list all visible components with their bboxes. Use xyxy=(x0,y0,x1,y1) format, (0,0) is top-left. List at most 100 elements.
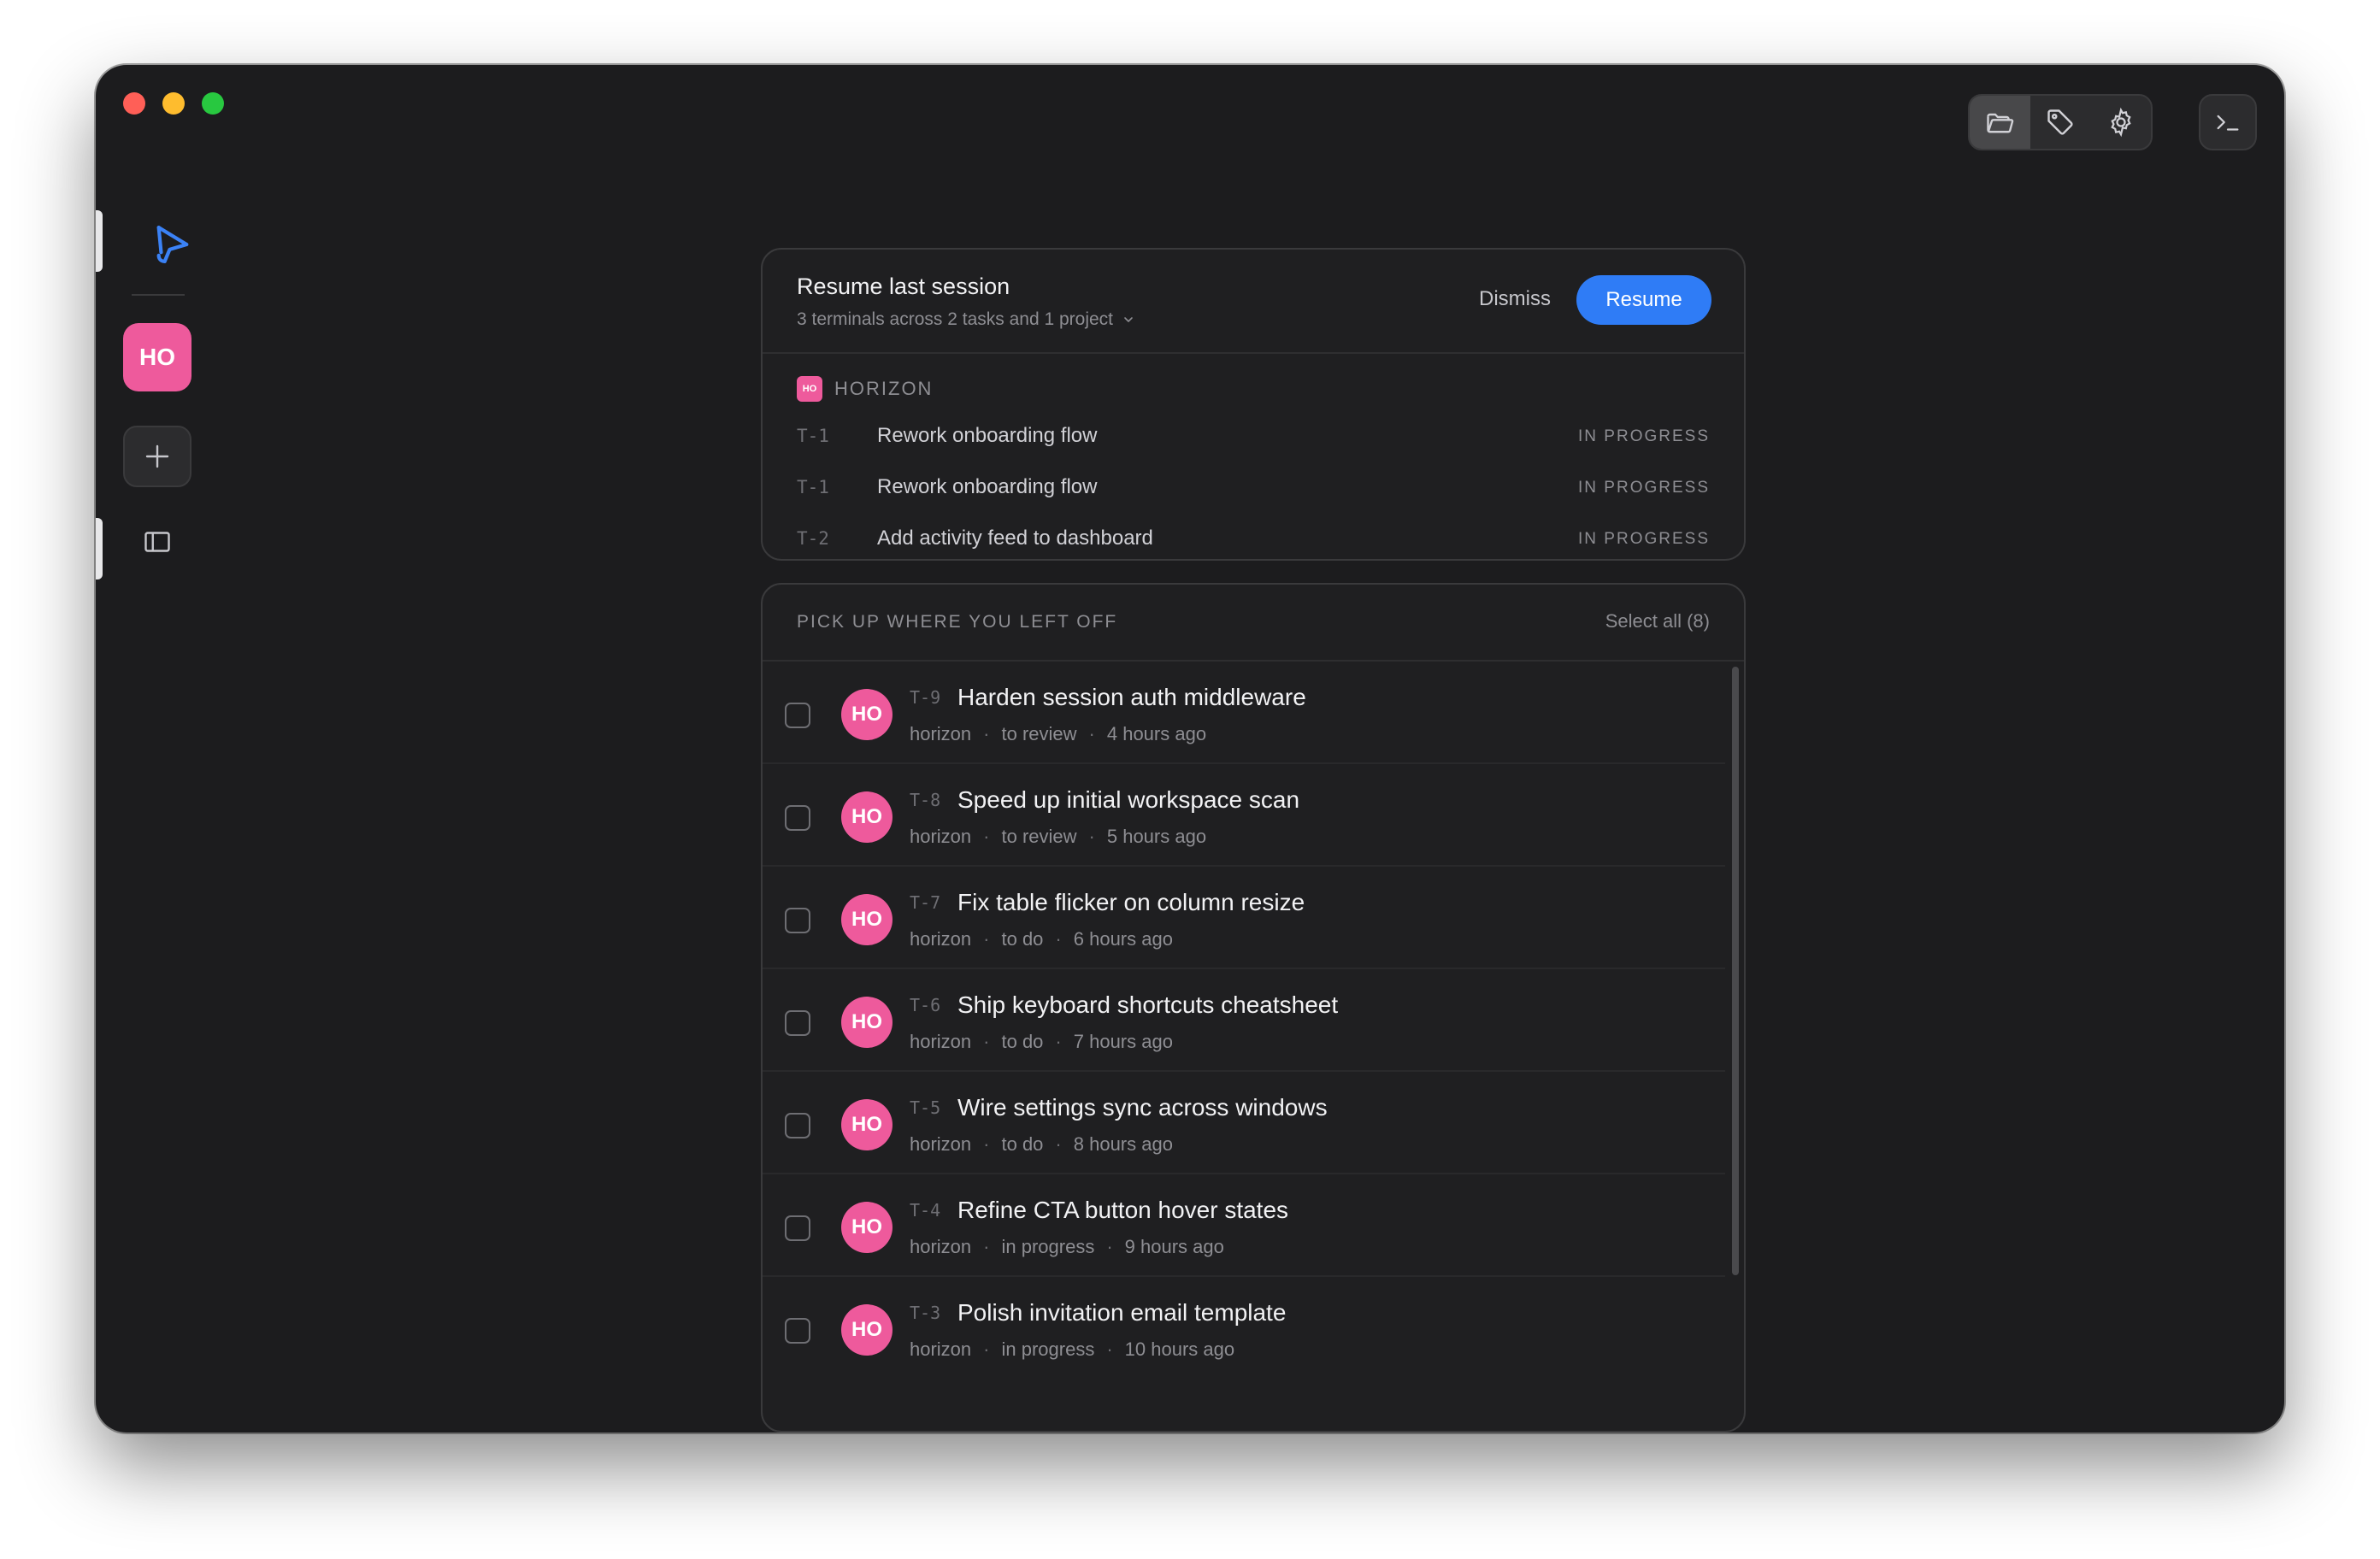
task-meta: horizon · in progress · 9 hours ago xyxy=(910,1236,1224,1258)
task-id: T-5 xyxy=(910,1097,941,1118)
terminal-task-title: Add activity feed to dashboard xyxy=(877,527,1153,550)
task-time: 9 hours ago xyxy=(1124,1236,1224,1257)
task-id: T-7 xyxy=(910,892,941,913)
task-id: T-8 xyxy=(910,790,941,810)
task-project: horizon xyxy=(910,1133,972,1155)
task-state: to review xyxy=(1001,723,1077,744)
task-time: 8 hours ago xyxy=(1073,1133,1173,1155)
separator: · xyxy=(1088,826,1095,847)
task-id: T-9 xyxy=(910,687,941,708)
task-row[interactable]: HO T-9 Harden session auth middleware ho… xyxy=(763,663,1725,764)
plus-icon xyxy=(145,444,169,468)
terminal-row[interactable]: T-1 Rework onboarding flow IN PROGRESS xyxy=(763,463,1744,515)
terminal-task-title: Rework onboarding flow xyxy=(877,475,1098,498)
pickup-heading: PICK UP WHERE YOU LEFT OFF xyxy=(797,612,1118,632)
task-row[interactable]: HO T-7 Fix table flicker on column resiz… xyxy=(763,868,1725,969)
terminal-task-id: T-2 xyxy=(797,528,829,549)
folder-icon xyxy=(1987,113,2014,133)
project-avatar: HO xyxy=(841,1202,892,1253)
app-logo[interactable] xyxy=(140,212,205,277)
tag-icon xyxy=(2047,109,2073,135)
project-avatar: HO xyxy=(841,791,892,843)
separator: · xyxy=(1055,1031,1062,1052)
dismiss-button[interactable]: Dismiss xyxy=(1446,275,1583,323)
task-title: Refine CTA button hover states xyxy=(957,1197,1289,1223)
task-meta: horizon · to review · 4 hours ago xyxy=(910,723,1206,745)
projects-button[interactable] xyxy=(1970,96,2030,149)
task-row[interactable]: HO T-3 Polish invitation email template … xyxy=(763,1279,1725,1380)
project-avatar: HO xyxy=(841,997,892,1048)
project-avatar: HO xyxy=(841,1304,892,1356)
task-time: 5 hours ago xyxy=(1106,826,1207,847)
task-state: to do xyxy=(1001,1133,1044,1155)
separator: · xyxy=(983,1338,990,1360)
task-meta: horizon · in progress · 10 hours ago xyxy=(910,1338,1234,1361)
task-meta: horizon · to do · 7 hours ago xyxy=(910,1031,1173,1053)
project-name: HORIZON xyxy=(834,378,934,399)
task-title: Fix table flicker on column resize xyxy=(957,889,1305,915)
separator: · xyxy=(983,826,990,847)
task-checkbox[interactable] xyxy=(785,908,810,933)
sidebar-toggle-button[interactable] xyxy=(138,523,176,561)
pickup-header: PICK UP WHERE YOU LEFT OFF Select all (8… xyxy=(763,585,1744,662)
terminal-task-id: T-1 xyxy=(797,477,829,497)
task-time: 10 hours ago xyxy=(1124,1338,1235,1360)
pickup-card: PICK UP WHERE YOU LEFT OFF Select all (8… xyxy=(761,583,1746,1433)
task-state: to review xyxy=(1001,826,1077,847)
task-state: in progress xyxy=(1001,1338,1095,1360)
terminal-button[interactable] xyxy=(2199,94,2257,150)
task-row[interactable]: HO T-5 Wire settings sync across windows… xyxy=(763,1074,1725,1174)
list-scrollbar[interactable] xyxy=(1732,667,1739,1275)
project-avatar: HO xyxy=(841,689,892,740)
task-title: Wire settings sync across windows xyxy=(957,1094,1328,1121)
separator: · xyxy=(983,1133,990,1155)
add-project-button[interactable] xyxy=(123,426,191,487)
task-checkbox[interactable] xyxy=(785,805,810,831)
task-meta: horizon · to do · 6 hours ago xyxy=(910,928,1173,950)
separator: · xyxy=(983,928,990,950)
terminal-task-title: Rework onboarding flow xyxy=(877,424,1098,447)
task-checkbox[interactable] xyxy=(785,1113,810,1138)
task-checkbox[interactable] xyxy=(785,703,810,728)
maximize-window-button[interactable] xyxy=(202,92,224,115)
resume-subtitle-text: 3 terminals across 2 tasks and 1 project xyxy=(797,309,1114,329)
task-row[interactable]: HO T-6 Ship keyboard shortcuts cheatshee… xyxy=(763,971,1725,1072)
close-window-button[interactable] xyxy=(123,92,145,115)
separator: · xyxy=(1055,1133,1062,1155)
task-checkbox[interactable] xyxy=(785,1215,810,1241)
task-checkbox[interactable] xyxy=(785,1010,810,1036)
task-project: horizon xyxy=(910,928,972,950)
terminal-task-id: T-1 xyxy=(797,426,829,446)
settings-button[interactable] xyxy=(2090,96,2151,149)
task-checkbox[interactable] xyxy=(785,1318,810,1344)
task-title: Ship keyboard shortcuts cheatsheet xyxy=(957,991,1339,1018)
task-id: T-3 xyxy=(910,1303,941,1323)
terminal-row[interactable]: T-1 Rework onboarding flow IN PROGRESS xyxy=(763,412,1744,463)
resume-button[interactable]: Resume xyxy=(1576,275,1711,325)
separator: · xyxy=(1055,928,1062,950)
task-state: to do xyxy=(1001,928,1044,950)
minimize-window-button[interactable] xyxy=(162,92,185,115)
select-all-button[interactable]: Select all (8) xyxy=(1605,610,1710,632)
separator: · xyxy=(983,723,990,744)
task-title: Harden session auth middleware xyxy=(957,684,1306,710)
toolbar-group xyxy=(1968,94,2153,150)
tags-button[interactable] xyxy=(2030,96,2091,149)
terminal-row[interactable]: T-2 Add activity feed to dashboard IN PR… xyxy=(763,515,1744,559)
task-row[interactable]: HO T-8 Speed up initial workspace scan h… xyxy=(763,766,1725,867)
sidebar-icon xyxy=(144,532,170,552)
task-time: 7 hours ago xyxy=(1073,1031,1173,1052)
rail-active-indicator xyxy=(96,210,103,272)
project-tile-horizon[interactable]: HO xyxy=(123,323,191,391)
chevron-down-icon xyxy=(1124,317,1133,322)
resume-subtitle[interactable]: 3 terminals across 2 tasks and 1 project xyxy=(797,309,1135,330)
project-avatar: HO xyxy=(841,1099,892,1150)
task-time: 4 hours ago xyxy=(1106,723,1207,744)
task-state: in progress xyxy=(1001,1236,1095,1257)
gear-icon xyxy=(2111,107,2131,138)
rail-active-indicator xyxy=(96,518,103,579)
app-logo-icon xyxy=(156,226,189,263)
task-title: Polish invitation email template xyxy=(957,1299,1287,1326)
task-row[interactable]: HO T-4 Refine CTA button hover states ho… xyxy=(763,1176,1725,1277)
separator: · xyxy=(983,1236,990,1257)
